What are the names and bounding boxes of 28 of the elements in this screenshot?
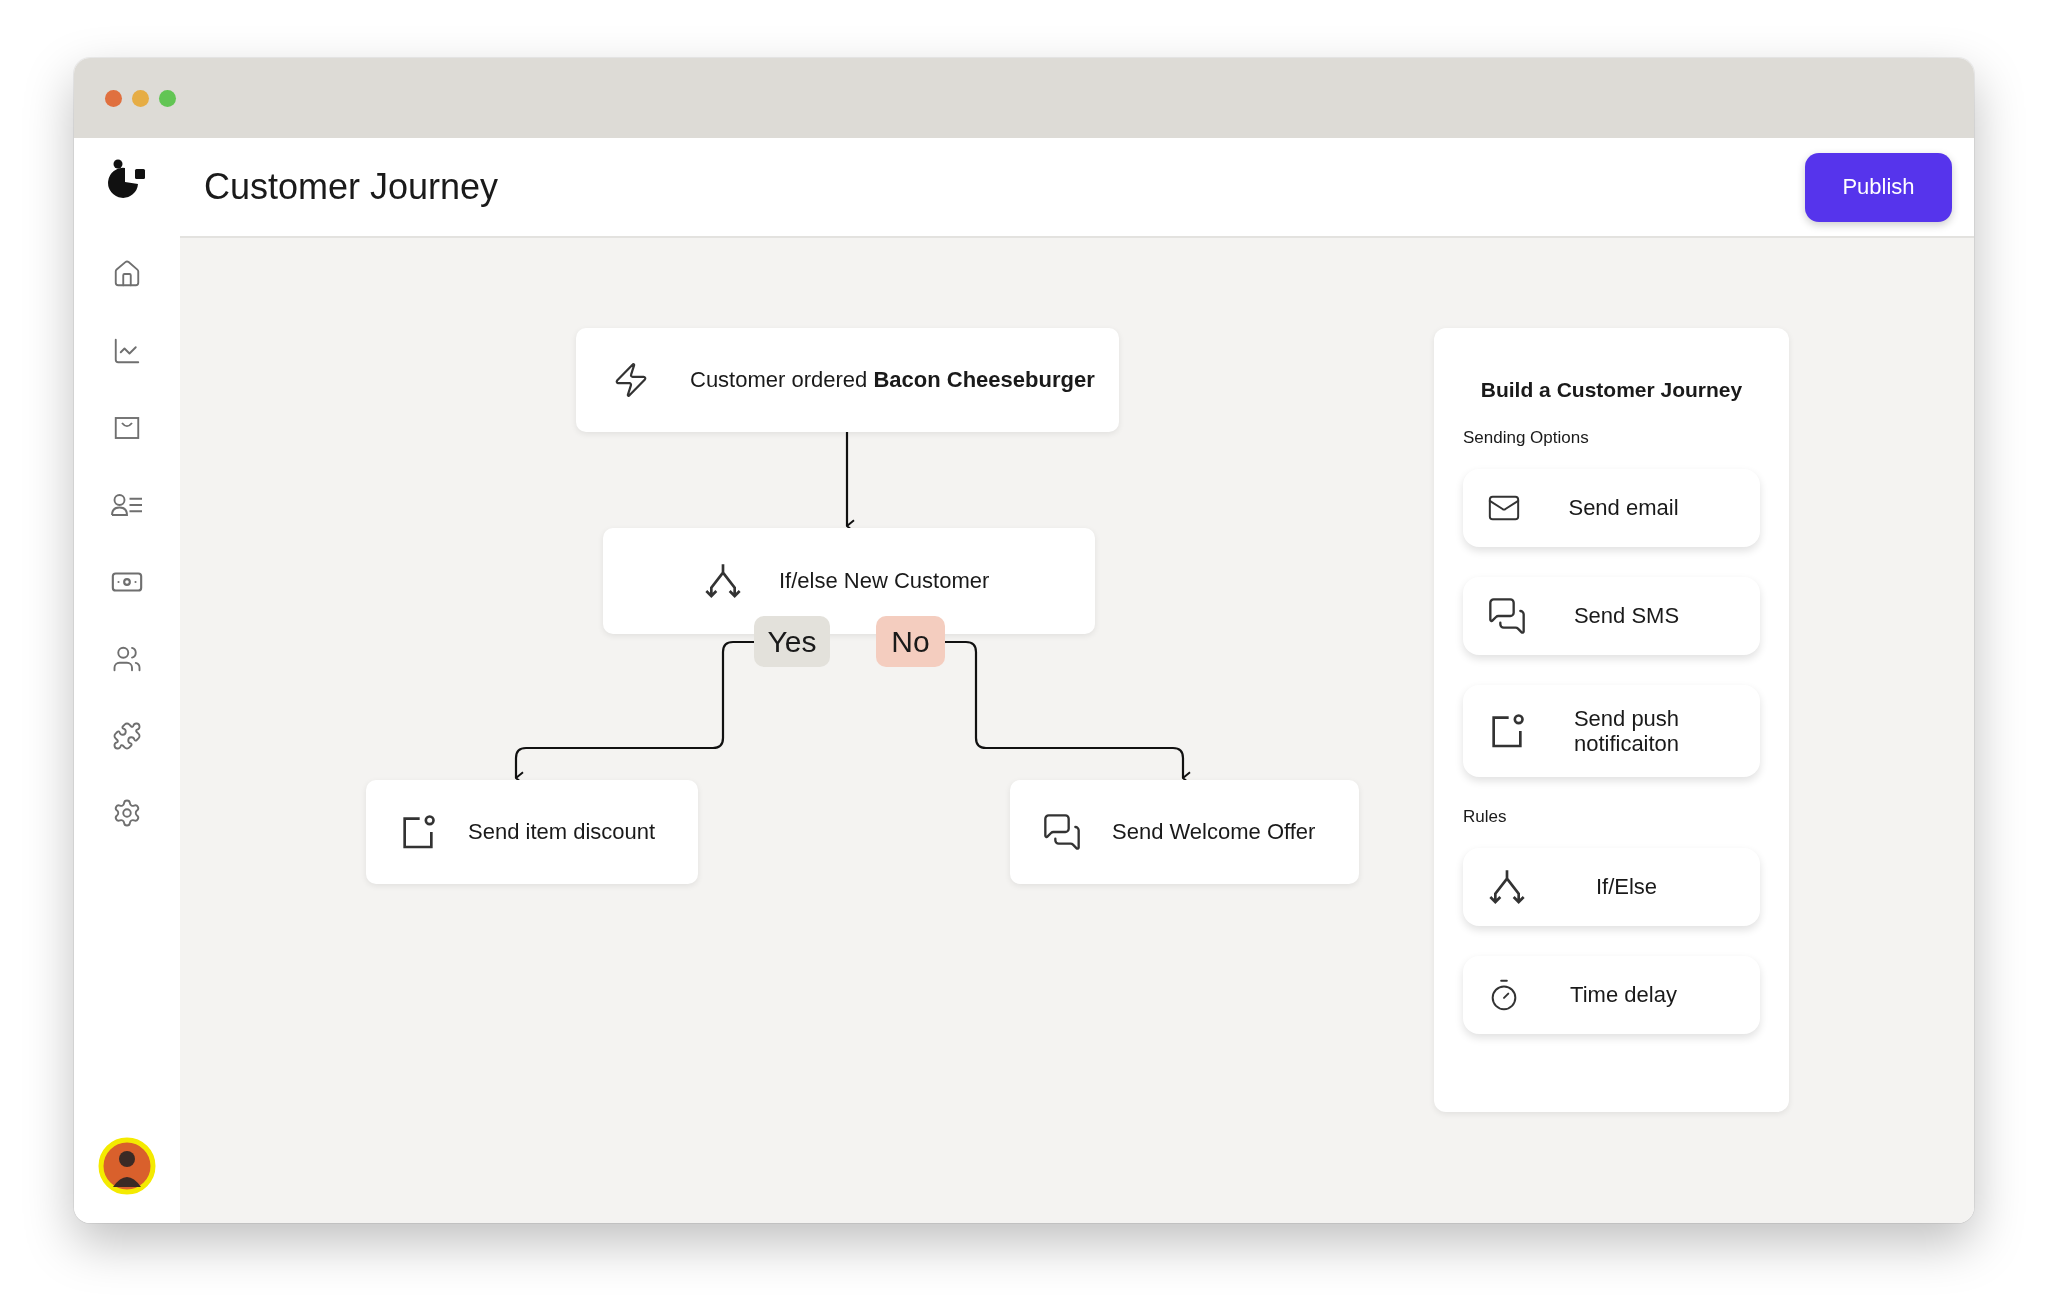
branch-label: Yes [754, 616, 830, 667]
chat-icon [1042, 812, 1082, 852]
split-arrow-icon [1487, 867, 1527, 907]
flow-node[interactable]: Customer ordered Bacon Cheeseburger [576, 328, 1119, 432]
publish-button[interactable]: Publish [1805, 152, 1952, 222]
node-label: Send Welcome Offer [1112, 819, 1316, 845]
panel-title: Build a Customer Journey [1479, 378, 1744, 402]
section-title: Rules [1463, 807, 1508, 827]
section-title: Sending Options [1463, 428, 1590, 448]
option-card[interactable]: Send SMS [1463, 577, 1760, 655]
option-card[interactable]: Send email [1463, 469, 1760, 547]
node-label: Customer ordered Bacon Cheeseburger [690, 367, 1095, 393]
option-card[interactable]: Send push notificaiton [1463, 685, 1760, 777]
option-card[interactable]: Time delay [1463, 956, 1760, 1034]
flow-node[interactable]: Send Welcome Offer [1010, 780, 1359, 884]
maximize-window-dot[interactable] [159, 89, 176, 107]
node-label: Send item discount [468, 819, 656, 845]
split-arrow-icon [703, 561, 743, 601]
close-window-dot[interactable] [105, 89, 122, 107]
logo-icon [107, 158, 147, 198]
minimize-window-dot[interactable] [132, 89, 149, 107]
node-label: If/else New Customer [779, 568, 990, 594]
option-card[interactable]: If/Else [1463, 848, 1760, 926]
chat-icon [1487, 596, 1527, 636]
flow-node[interactable]: Send item discount [366, 780, 698, 884]
avatar[interactable] [98, 1137, 156, 1195]
page-title: Customer Journey [204, 166, 499, 208]
branch-label: No [876, 616, 945, 667]
